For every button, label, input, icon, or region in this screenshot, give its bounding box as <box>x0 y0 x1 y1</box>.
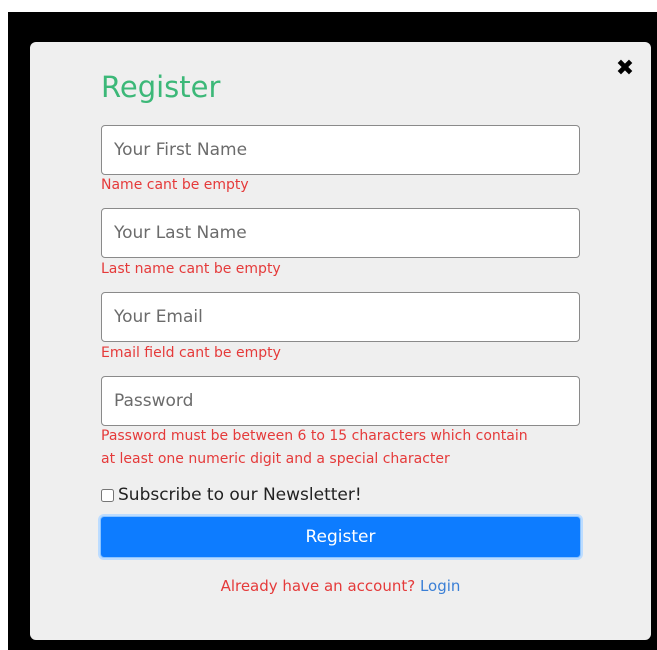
password-input[interactable] <box>101 376 580 426</box>
login-question: Already have an account? <box>220 577 416 595</box>
last-name-error: Last name cant be empty <box>101 261 281 277</box>
login-prompt: Already have an account? Login <box>30 577 651 595</box>
register-button[interactable]: Register <box>100 516 581 558</box>
newsletter-checkbox[interactable] <box>101 488 114 502</box>
email-input[interactable] <box>101 292 580 342</box>
password-error-line-2: at least one numeric digit and a special… <box>101 451 450 467</box>
newsletter-label: Subscribe to our Newsletter! <box>118 485 362 505</box>
email-error: Email field cant be empty <box>101 345 281 361</box>
modal-backdrop[interactable]: ✖ Register Name cant be empty Last name … <box>8 12 657 650</box>
close-icon[interactable]: ✖ <box>614 58 636 80</box>
first-name-input[interactable] <box>101 125 580 175</box>
password-error: Password must be between 6 to 15 charact… <box>101 425 571 471</box>
password-error-line-1: Password must be between 6 to 15 charact… <box>101 428 528 444</box>
first-name-error: Name cant be empty <box>101 177 249 193</box>
register-modal: ✖ Register Name cant be empty Last name … <box>30 42 651 640</box>
modal-title: Register <box>101 70 221 104</box>
last-name-input[interactable] <box>101 208 580 258</box>
newsletter-option[interactable]: Subscribe to our Newsletter! <box>101 484 362 506</box>
login-link[interactable]: Login <box>420 577 460 595</box>
